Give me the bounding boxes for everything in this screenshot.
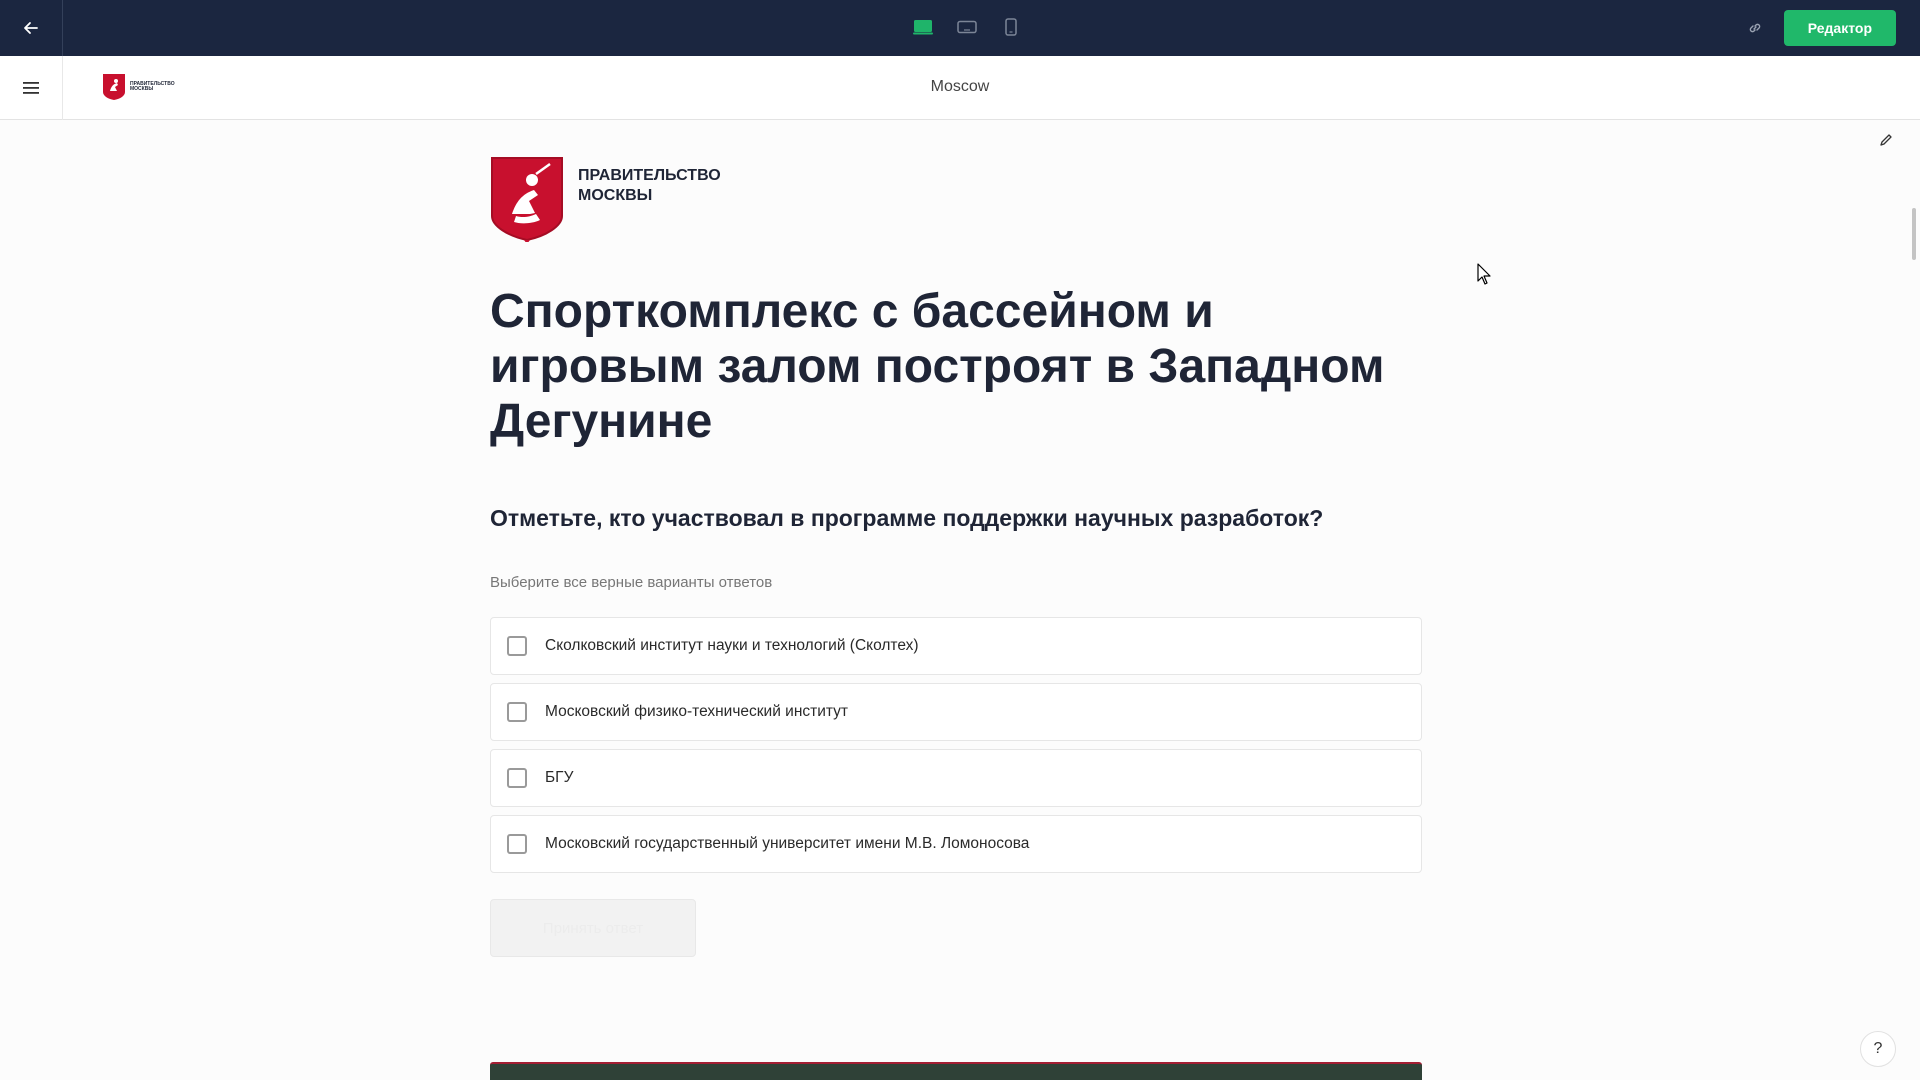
- hamburger-icon: [23, 81, 39, 94]
- tablet-landscape-icon: [957, 20, 977, 34]
- checkbox[interactable]: [507, 768, 527, 788]
- pencil-icon: [1880, 134, 1892, 146]
- quiz-option[interactable]: БГУ: [490, 749, 1422, 807]
- checkbox[interactable]: [507, 702, 527, 722]
- quiz-option[interactable]: Сколковский институт науки и технологий …: [490, 617, 1422, 675]
- menu-button[interactable]: [0, 55, 63, 120]
- editor-toolbar: Редактор: [0, 0, 1920, 56]
- quiz-question: Отметьте, кто участвовал в программе под…: [490, 505, 1324, 531]
- quiz-options: Сколковский институт науки и технологий …: [490, 617, 1422, 873]
- quiz-option[interactable]: Московский государственный университет и…: [490, 815, 1422, 873]
- quiz-option[interactable]: Московский физико-технический институт: [490, 683, 1422, 741]
- back-button[interactable]: [0, 0, 63, 56]
- government-logo: ПРАВИТЕЛЬСТВО МОСКВЫ: [490, 156, 1422, 242]
- edit-button[interactable]: [1876, 130, 1896, 150]
- device-switcher: [910, 14, 1024, 40]
- phone-icon: [1005, 18, 1017, 36]
- quiz-hint: Выберите все верные варианты ответов: [490, 574, 773, 591]
- site-header: ПРАВИТЕЛЬСТВО МОСКВЫ Moscow: [0, 55, 1920, 120]
- city-label: Moscow: [930, 78, 990, 95]
- moscow-coat-of-arms-icon: [491, 157, 563, 242]
- editor-button[interactable]: Редактор: [1783, 10, 1896, 46]
- government-logo-text: ПРАВИТЕЛЬСТВО МОСКВЫ: [578, 166, 721, 206]
- quiz-option-label: БГУ: [545, 769, 574, 786]
- header-logo[interactable]: ПРАВИТЕЛЬСТВО МОСКВЫ: [102, 73, 176, 101]
- arrow-left-icon: [24, 22, 38, 34]
- device-mobile-button[interactable]: [998, 14, 1024, 40]
- checkbox[interactable]: [507, 834, 527, 854]
- quiz-option-label: Московский государственный университет и…: [545, 835, 1030, 852]
- monitor-icon: [913, 20, 933, 35]
- help-button[interactable]: ?: [1860, 1031, 1896, 1067]
- scrollbar-thumb[interactable]: [1912, 208, 1916, 260]
- submit-answer-button[interactable]: Принять ответ: [490, 899, 696, 957]
- copy-link-button[interactable]: [1744, 17, 1766, 39]
- article-content: ПРАВИТЕЛЬСТВО МОСКВЫ Спорткомплекс с басс…: [490, 156, 1422, 957]
- video-player[interactable]: [490, 1062, 1422, 1080]
- article-title: Спорткомплекс с бассейном и игровым зало…: [490, 285, 1385, 448]
- link-icon: [1749, 23, 1761, 33]
- quiz-option-label: Сколковский институт науки и технологий …: [545, 637, 919, 654]
- org-line-1: ПРАВИТЕЛЬСТВО: [578, 167, 721, 184]
- device-tablet-button[interactable]: [954, 14, 980, 40]
- checkbox[interactable]: [507, 636, 527, 656]
- org-line-2: МОСКВЫ: [578, 187, 653, 204]
- header-logo-text: ПРАВИТЕЛЬСТВО МОСКВЫ: [130, 81, 175, 92]
- quiz-option-label: Московский физико-технический институт: [545, 703, 849, 720]
- moscow-coat-of-arms-icon: [103, 74, 125, 100]
- mouse-cursor-icon: [1477, 263, 1491, 285]
- device-desktop-button[interactable]: [910, 14, 936, 40]
